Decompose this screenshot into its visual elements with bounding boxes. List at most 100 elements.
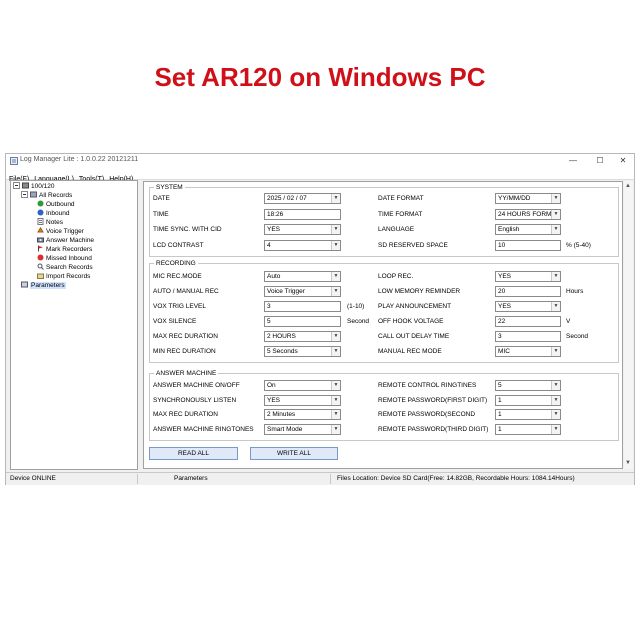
chevron-down-icon[interactable]: ▼ bbox=[331, 194, 340, 203]
remote-password-second-select[interactable]: 1 ▼ bbox=[495, 409, 561, 420]
language-select[interactable]: English ▼ bbox=[495, 224, 561, 235]
chevron-down-icon[interactable]: ▼ bbox=[331, 381, 340, 390]
chevron-down-icon[interactable]: ▼ bbox=[551, 395, 560, 405]
time-input[interactable]: 18:26 bbox=[264, 208, 341, 220]
low-memory-reminder-value: 20 bbox=[498, 288, 506, 295]
scroll-up-icon[interactable]: ▲ bbox=[625, 183, 631, 189]
time-sync-with-cid-value: YES bbox=[267, 226, 281, 233]
manual-rec-mode-label: MANUAL REC MODE bbox=[378, 348, 442, 355]
system-group: SYSTEM DATE 2025 / 02 / 07 ▼ DATE FORMAT YY/… bbox=[149, 183, 619, 257]
play-announcement-select[interactable]: YES ▼ bbox=[495, 301, 561, 312]
chevron-down-icon[interactable]: ▼ bbox=[331, 287, 340, 296]
tree-parameters[interactable]: Parameters bbox=[21, 281, 66, 290]
vertical-scrollbar[interactable]: ▲ ▼ bbox=[624, 181, 633, 469]
chevron-down-icon[interactable]: ▼ bbox=[331, 272, 340, 281]
read-all-button[interactable]: READ ALL bbox=[149, 447, 238, 460]
scroll-down-icon[interactable]: ▼ bbox=[625, 460, 631, 466]
mic-rec-mode-select[interactable]: Auto ▼ bbox=[264, 271, 341, 282]
tree-all-records[interactable]: All Records bbox=[21, 191, 72, 200]
flag-icon bbox=[38, 245, 43, 252]
write-all-button[interactable]: WRITE ALL bbox=[250, 447, 338, 460]
date-format-select[interactable]: YY/MM/DD ▼ bbox=[495, 193, 561, 204]
chevron-down-icon[interactable]: ▼ bbox=[331, 424, 340, 434]
chevron-down-icon[interactable]: ▼ bbox=[331, 225, 340, 234]
time-format-select[interactable]: 24 HOURS FORM ▼ bbox=[495, 208, 561, 220]
tree-item-label: Answer Machine bbox=[46, 237, 95, 244]
outbound-call-icon bbox=[37, 200, 44, 207]
time-sync-with-cid-select[interactable]: YES ▼ bbox=[264, 224, 341, 235]
minimize-button[interactable]: — bbox=[562, 154, 584, 168]
tree-root[interactable]: 100/120 bbox=[13, 182, 55, 191]
tree-item-label: Outbound bbox=[46, 201, 75, 208]
chevron-down-icon[interactable]: ▼ bbox=[551, 272, 560, 281]
parameters-panel: SYSTEM DATE 2025 / 02 / 07 ▼ DATE FORMAT YY/… bbox=[143, 181, 623, 469]
remote-password-first-digit-select[interactable]: 1 ▼ bbox=[495, 394, 561, 406]
remote-control-ringtines-value: 5 bbox=[498, 382, 502, 389]
tree-item-label: Mark Recorders bbox=[46, 246, 93, 253]
sd-reserved-space-unit: % (5-40) bbox=[566, 241, 591, 249]
tree-item-outbound[interactable]: Outbound bbox=[37, 200, 75, 209]
chevron-down-icon[interactable]: ▼ bbox=[331, 240, 340, 250]
maximize-button[interactable]: ☐ bbox=[589, 154, 611, 168]
lcd-contrast-select[interactable]: 4 ▼ bbox=[264, 239, 341, 251]
records-tree: 100/120 All Records Outbound Inbound Not… bbox=[10, 180, 138, 470]
answer-machine-on-off-select[interactable]: On ▼ bbox=[264, 380, 341, 391]
tree-item-import-records[interactable]: Import Records bbox=[37, 272, 90, 281]
expand-collapse-icon[interactable] bbox=[21, 191, 28, 198]
auto-manual-rec-label: AUTO / MANUAL REC bbox=[153, 288, 219, 295]
sd-reserved-space-input[interactable]: 10 bbox=[495, 239, 561, 251]
min-rec-duration-select[interactable]: 5 Seconds ▼ bbox=[264, 346, 341, 357]
tree-item-search-records[interactable]: Search Records bbox=[37, 263, 93, 272]
chevron-down-icon[interactable]: ▼ bbox=[551, 209, 560, 219]
tree-item-missed-inbound[interactable]: Missed Inbound bbox=[37, 254, 92, 263]
tree-item-mark-recorders[interactable]: Mark Recorders bbox=[37, 245, 92, 254]
low-memory-reminder-input[interactable]: 20 bbox=[495, 286, 561, 297]
off-hook-voltage-input[interactable]: 22 bbox=[495, 316, 561, 327]
chevron-down-icon[interactable]: ▼ bbox=[551, 410, 560, 419]
date-format-value: YY/MM/DD bbox=[498, 195, 531, 202]
records-icon bbox=[30, 191, 37, 198]
chevron-down-icon[interactable]: ▼ bbox=[551, 225, 560, 234]
chevron-down-icon[interactable]: ▼ bbox=[551, 381, 560, 390]
headline: Set AR120 on Windows PC bbox=[154, 62, 486, 92]
status-device: Device ONLINE bbox=[10, 475, 56, 482]
date-label: DATE bbox=[153, 195, 170, 202]
tree-item-voice-trigger[interactable]: Voice Trigger bbox=[37, 227, 84, 236]
max-rec-duration-select[interactable]: 2 Minutes ▼ bbox=[264, 409, 341, 420]
close-button[interactable]: ✕ bbox=[612, 154, 634, 168]
chevron-down-icon[interactable]: ▼ bbox=[551, 347, 560, 356]
chevron-down-icon[interactable]: ▼ bbox=[331, 395, 340, 405]
vox-silence-input[interactable]: 5 bbox=[264, 316, 341, 327]
chevron-down-icon[interactable]: ▼ bbox=[331, 332, 340, 341]
tree-item-inbound[interactable]: Inbound bbox=[37, 209, 70, 218]
status-page: Parameters bbox=[174, 475, 208, 482]
answer-machine-ringtones-value: Smart Mode bbox=[267, 425, 303, 433]
max-rec-duration-value: 2 HOURS bbox=[267, 333, 296, 340]
loop-rec-select[interactable]: YES ▼ bbox=[495, 271, 561, 282]
call-out-delay-time-input[interactable]: 3 bbox=[495, 331, 561, 342]
tree-item-label: Notes bbox=[46, 219, 63, 226]
status-files: Files Location: Device SD Card(Free: 14.… bbox=[337, 475, 575, 482]
remote-control-ringtines-select[interactable]: 5 ▼ bbox=[495, 380, 561, 391]
auto-manual-rec-select[interactable]: Voice Trigger ▼ bbox=[264, 286, 341, 297]
synchronously-listen-select[interactable]: YES ▼ bbox=[264, 394, 341, 406]
tree-item-answer-machine[interactable]: Answer Machine bbox=[37, 236, 94, 245]
time-format-value: 24 HOURS FORM bbox=[498, 210, 552, 218]
recording-group: RECORDING MIC REC.MODE Auto ▼ LOOP REC. YES ▼… bbox=[149, 259, 619, 363]
chevron-down-icon[interactable]: ▼ bbox=[331, 410, 340, 419]
answer-machine-ringtones-select[interactable]: Smart Mode ▼ bbox=[264, 423, 341, 435]
max-rec-duration-select[interactable]: 2 HOURS ▼ bbox=[264, 331, 341, 342]
manual-rec-mode-select[interactable]: MIC ▼ bbox=[495, 346, 561, 357]
date-select[interactable]: 2025 / 02 / 07 ▼ bbox=[264, 193, 341, 204]
answer-machine-group-title: ANSWER MACHINE bbox=[154, 369, 219, 378]
mic-rec-mode-label: MIC REC.MODE bbox=[153, 273, 202, 280]
remote-password-third-digit-select[interactable]: 1 ▼ bbox=[495, 423, 561, 435]
tree-root-label: 100/120 bbox=[31, 183, 55, 190]
tree-item-notes[interactable]: Notes bbox=[37, 218, 63, 227]
vox-trig-level-input[interactable]: 3 bbox=[264, 301, 341, 312]
expand-collapse-icon[interactable] bbox=[13, 182, 20, 189]
chevron-down-icon[interactable]: ▼ bbox=[331, 347, 340, 356]
chevron-down-icon[interactable]: ▼ bbox=[551, 302, 560, 311]
chevron-down-icon[interactable]: ▼ bbox=[551, 194, 560, 203]
chevron-down-icon[interactable]: ▼ bbox=[551, 424, 560, 434]
